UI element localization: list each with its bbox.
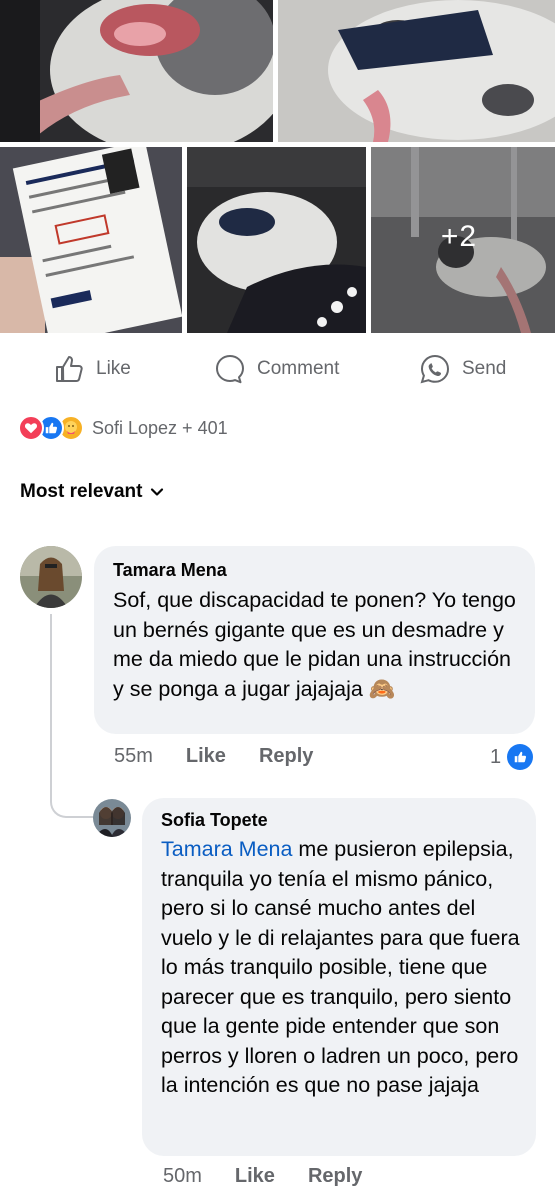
- reply-mention[interactable]: Tamara Mena: [161, 837, 292, 861]
- send-label: Send: [462, 358, 507, 379]
- reactions-summary[interactable]: Sofi Lopez + 401: [18, 412, 228, 444]
- sort-label: Most relevant: [20, 481, 143, 502]
- avatar-sofia[interactable]: [93, 799, 131, 837]
- photo-dog-airport[interactable]: +2: [371, 147, 555, 333]
- reply-reply-button[interactable]: Reply: [308, 1165, 362, 1188]
- whatsapp-icon: [418, 352, 452, 386]
- reply-like-button[interactable]: Like: [235, 1165, 275, 1188]
- comment-like-count[interactable]: 1: [490, 744, 534, 770]
- post-action-bar: Like Comment Send: [0, 345, 555, 393]
- chevron-down-icon: [151, 488, 164, 496]
- reply-meta: 50m Like Reply: [163, 1165, 395, 1188]
- reply-text: Tamara Mena me pusieron epilepsia, tranq…: [161, 835, 524, 1101]
- photo-dog-face[interactable]: [0, 0, 273, 142]
- comment-label: Comment: [257, 358, 340, 379]
- post-photo-grid: +2: [0, 0, 555, 333]
- photo-boarding-pass[interactable]: [0, 147, 182, 333]
- photo-dog-harness[interactable]: [278, 0, 555, 142]
- comment-sort-dropdown[interactable]: Most relevant: [20, 478, 164, 506]
- thread-connector: [50, 614, 94, 818]
- more-photos-overlay[interactable]: +2: [371, 147, 555, 333]
- comment-text: Sof, que discapacidad te ponen? Yo tengo…: [113, 588, 516, 701]
- reply-bubble[interactable]: Sofia Topete Tamara Mena me pusieron epi…: [142, 798, 536, 1156]
- like-badge-icon: [507, 744, 534, 770]
- like-label: Like: [96, 358, 131, 379]
- comment-like-button[interactable]: Like: [186, 745, 226, 768]
- comment-meta: 55m Like Reply: [114, 745, 346, 768]
- comment-bubble[interactable]: Tamara Mena Sof, que discapacidad te pon…: [94, 546, 535, 734]
- reply-author[interactable]: Sofia Topete: [161, 810, 524, 831]
- reply-body: me pusieron epilepsia, tranquila yo tení…: [161, 837, 520, 1097]
- reply-time: 50m: [163, 1165, 202, 1187]
- comment-time: 55m: [114, 745, 153, 767]
- comment-reply-button[interactable]: Reply: [259, 745, 313, 768]
- like-button[interactable]: Like: [52, 345, 131, 393]
- photo-dog-under-seat[interactable]: [187, 147, 366, 333]
- more-photos-count: +2: [440, 220, 478, 253]
- comment-button[interactable]: Comment: [213, 345, 339, 393]
- reactors-text: Sofi Lopez + 401: [92, 417, 228, 438]
- send-button[interactable]: Send: [418, 345, 506, 393]
- avatar-tamara[interactable]: [20, 546, 82, 608]
- thumbs-up-icon: [52, 352, 86, 386]
- like-count-value: 1: [490, 745, 502, 768]
- comment-author[interactable]: Tamara Mena: [113, 560, 517, 581]
- love-reaction-icon: [18, 415, 44, 441]
- comment-icon: [213, 352, 247, 386]
